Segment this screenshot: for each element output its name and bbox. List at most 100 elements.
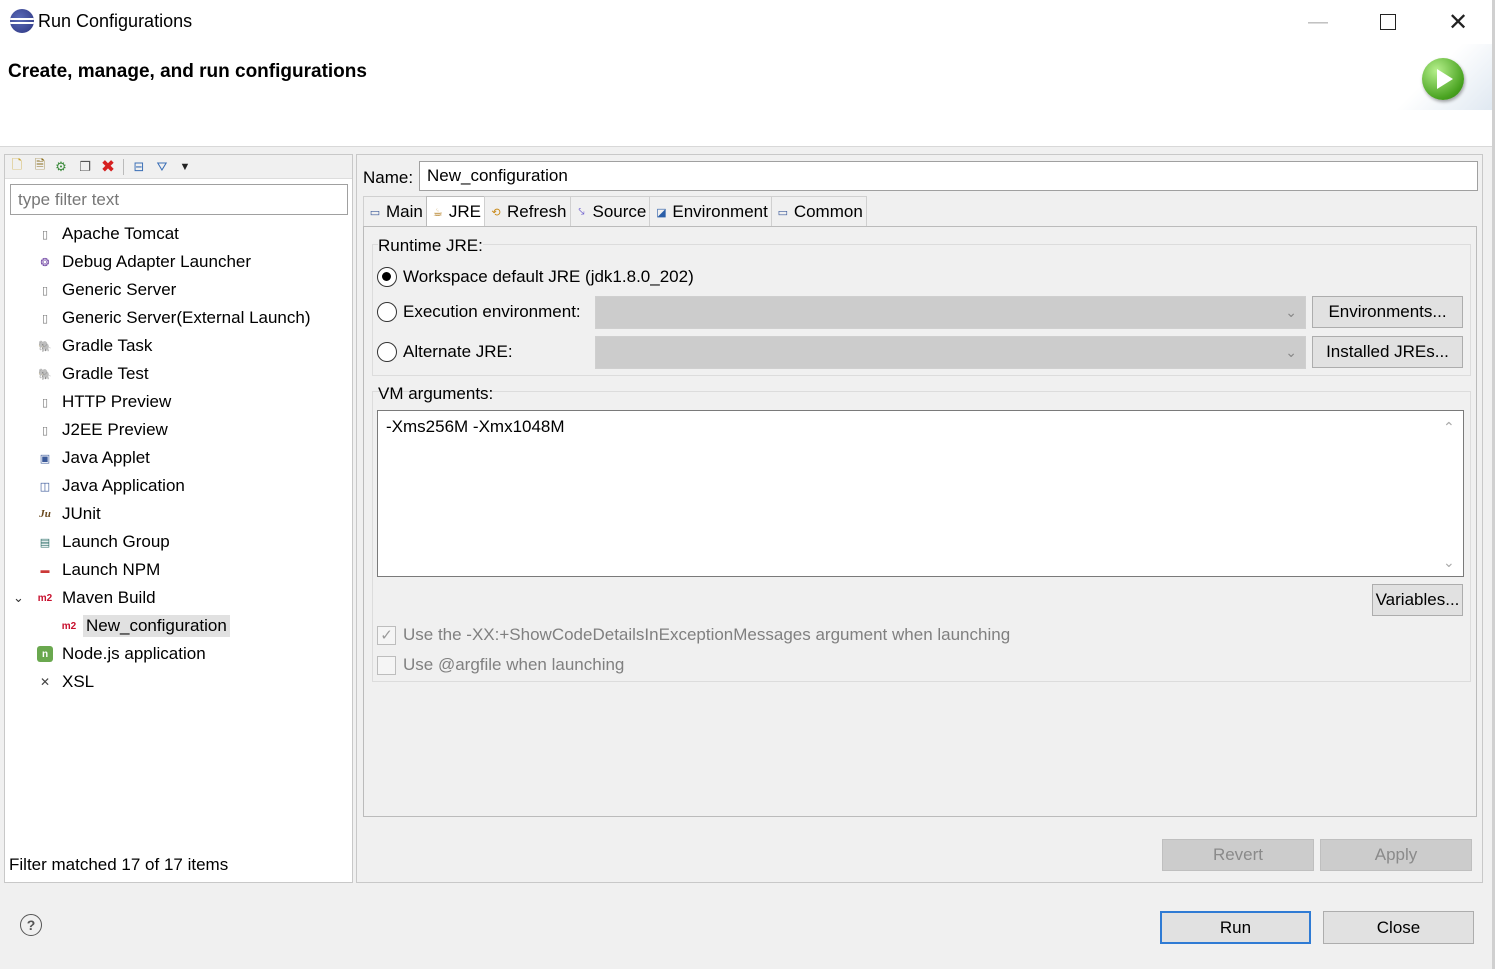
alternate-jre-combo[interactable]: ⌄ [595,336,1306,369]
gradle-icon: 🐘 [38,340,52,353]
tree-item-nodejs-application[interactable]: n Node.js application [37,640,209,668]
duplicate-icon[interactable]: ❐ [77,159,93,175]
toolbar-separator [123,159,124,175]
launch-group-icon: ▤ [39,536,51,549]
export-icon[interactable]: ⚙ [53,159,69,175]
tree-item-apache-tomcat[interactable]: ▯ Apache Tomcat [37,220,182,248]
tree-item-java-application[interactable]: ◫ Java Application [37,472,188,500]
server-icon: ▯ [41,228,49,241]
execution-environment-combo[interactable]: ⌄ [595,296,1306,329]
revert-button[interactable]: Revert [1162,839,1314,871]
jre-tab-icon: ☕ [432,206,443,219]
tree-item-junit[interactable]: Ju JUnit [37,500,104,528]
help-icon[interactable]: ? [20,914,42,936]
apply-button[interactable]: Apply [1320,839,1472,871]
collapse-all-icon[interactable]: ⊟ [131,159,147,175]
radio-checked[interactable] [377,267,397,287]
nodejs-icon: n [37,646,53,662]
maven-icon: m2 [61,620,77,632]
filter-icon[interactable]: ⛛ [154,159,170,175]
server-icon: ▯ [41,424,49,437]
radio-unchecked[interactable] [377,302,397,322]
window-title: Run Configurations [38,11,193,31]
environment-tab-icon: ◪ [656,206,667,219]
alternate-jre-radio[interactable]: Alternate JRE: [377,342,513,362]
installed-jres-button[interactable]: Installed JREs... [1312,336,1463,368]
run-icon [1422,58,1464,100]
tab-jre[interactable]: ☕ JRE [425,196,485,227]
minimize-button[interactable]: — [1283,0,1353,44]
close-window-button[interactable]: ✕ [1423,0,1493,44]
scroll-down-icon[interactable]: ⌄ [1443,554,1455,571]
tree-item-maven-build[interactable]: m2 Maven Build [37,584,159,612]
gradle-icon: 🐘 [38,368,52,381]
configuration-tree-panel: 🗋 🗎 ⚙ ❐ ✖ ⊟ ⛛ ▼ ⌄ ▯ Apache Tomcat ❂ Debu… [4,154,353,883]
tree-item-launch-group[interactable]: ▤ Launch Group [37,528,173,556]
checkmark-icon[interactable]: ✓ [377,625,396,645]
environments-button[interactable]: Environments... [1312,296,1463,328]
tab-environment[interactable]: ◪ Environment [649,196,772,227]
tab-source[interactable]: ⤥ Source [569,196,651,227]
checkbox-empty[interactable] [377,655,396,675]
variables-button[interactable]: Variables... [1372,584,1463,616]
tree-item-j2ee-preview[interactable]: ▯ J2EE Preview [37,416,171,444]
maximize-button[interactable] [1353,0,1423,44]
chevron-down-icon: ⌄ [1285,304,1297,320]
run-button[interactable]: Run [1160,911,1311,944]
server-icon: ▯ [41,284,49,297]
tree-item-launch-npm[interactable]: ▬ Launch NPM [37,556,163,584]
xsl-icon: ✕ [39,675,51,689]
view-menu-icon[interactable]: ▼ [177,159,193,175]
vm-arguments-textarea[interactable]: -Xms256M -Xmx1048M [377,410,1464,577]
dialog-header: Create, manage, and run configurations [0,44,1495,147]
argfile-checkbox[interactable]: Use @argfile when launching [377,655,624,675]
jre-tab-content: Runtime JRE: Workspace default JRE (jdk1… [363,226,1477,817]
configuration-editor-panel: Name: ▭ Main ☕ JRE ⟲ Refresh ⤥ Source ◪ … [356,154,1483,883]
refresh-tab-icon: ⟲ [491,206,501,219]
java-app-icon: ◫ [39,480,51,493]
header-title: Create, manage, and run configurations [8,61,367,82]
new-prototype-icon[interactable]: 🗎 [32,157,48,175]
tree-item-gradle-task[interactable]: 🐘 Gradle Task [37,332,155,360]
tree-item-http-preview[interactable]: ▯ HTTP Preview [37,388,174,416]
maven-icon: m2 [37,592,53,604]
tree-toolbar: 🗋 🗎 ⚙ ❐ ✖ ⊟ ⛛ ▼ [5,155,352,179]
filter-status: Filter matched 17 of 17 items [9,855,229,874]
chevron-down-icon: ⌄ [1285,344,1297,360]
maximize-icon [1380,14,1396,30]
tree-item-gradle-test[interactable]: 🐘 Gradle Test [37,360,152,388]
show-code-details-checkbox[interactable]: ✓ Use the -XX:+ShowCodeDetailsInExceptio… [377,625,1010,645]
tree-item-debug-adapter-launcher[interactable]: ❂ Debug Adapter Launcher [37,248,254,276]
main-tab-icon: ▭ [369,206,381,219]
radio-unchecked[interactable] [377,342,397,362]
execution-environment-radio[interactable]: Execution environment: [377,302,581,322]
workspace-default-radio[interactable]: Workspace default JRE (jdk1.8.0_202) [377,267,694,287]
eclipse-icon [10,9,34,33]
tab-bar: ▭ Main ☕ JRE ⟲ Refresh ⤥ Source ◪ Enviro… [363,196,867,227]
java-applet-icon: ▣ [39,452,51,465]
scroll-up-icon[interactable]: ⌃ [1443,419,1455,436]
tree-item-generic-server-external[interactable]: ▯ Generic Server(External Launch) [37,304,314,332]
source-tab-icon: ⤥ [578,205,585,218]
filter-input[interactable] [10,184,348,215]
server-icon: ▯ [41,396,49,409]
tab-common[interactable]: ▭ Common [770,196,867,227]
tree-item-xsl[interactable]: ✕ XSL [37,668,97,696]
tree-item-java-applet[interactable]: ▣ Java Applet [37,444,153,472]
new-config-icon[interactable]: 🗋 [9,157,25,175]
chevron-down-icon[interactable]: ⌄ [13,590,24,606]
server-icon: ▯ [41,312,49,325]
title-bar: Run Configurations — ✕ [0,0,1495,44]
tab-refresh[interactable]: ⟲ Refresh [483,196,571,227]
runtime-jre-label: Runtime JRE: [378,236,483,256]
common-tab-icon: ▭ [777,206,789,219]
vm-arguments-label: VM arguments: [378,384,494,403]
npm-icon: ▬ [40,565,50,575]
delete-icon[interactable]: ✖ [100,157,116,176]
tree-item-generic-server[interactable]: ▯ Generic Server [37,276,179,304]
close-button[interactable]: Close [1323,911,1474,944]
tab-main[interactable]: ▭ Main [363,196,427,227]
name-field[interactable] [419,161,1478,191]
junit-icon: Ju [39,508,51,520]
tree-item-new-configuration[interactable]: m2 New_configuration [61,612,230,640]
